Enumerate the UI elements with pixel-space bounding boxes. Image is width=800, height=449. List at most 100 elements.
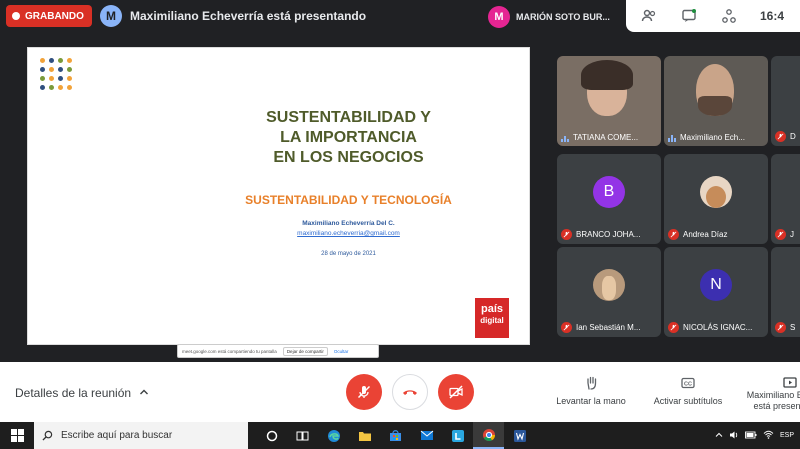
pinned-user-name: MARIÓN SOTO BUR... [516, 12, 610, 22]
slide-title-line: LA IMPORTANCIA [280, 129, 417, 146]
cortana-icon[interactable] [256, 422, 287, 449]
pais-digital-logo: país digital [475, 298, 509, 338]
participant-label: Ian Sebastián M... [561, 322, 640, 333]
slide-dot [40, 85, 45, 90]
slide-subtitle: SUSTENTABILIDAD Y TECNOLOGÍA [245, 193, 452, 207]
participant-tile[interactable]: Andrea Díaz [664, 154, 768, 244]
participant-name: BRANCO JOHA... [576, 230, 641, 239]
participant-name: S [790, 323, 796, 332]
speaking-icon [561, 134, 569, 142]
logo-line: digital [480, 316, 504, 325]
meeting-details-button[interactable]: Detalles de la reunión [15, 386, 149, 400]
speaking-icon [668, 134, 676, 142]
chrome-icon[interactable] [473, 422, 504, 449]
mic-off-icon [668, 229, 679, 240]
raise-hand-icon[interactable] [583, 374, 601, 392]
file-explorer-icon[interactable] [349, 422, 380, 449]
participant-avatar: B [593, 175, 625, 208]
slide-dots-decoration [40, 58, 72, 90]
captions-icon[interactable]: CC [679, 374, 697, 392]
recording-badge[interactable]: GRABANDO [6, 5, 92, 27]
slide-dot [49, 85, 54, 90]
slide-dot [40, 58, 45, 63]
leave-call-button[interactable] [392, 374, 428, 410]
participant-name: D [790, 132, 796, 141]
volume-icon[interactable] [729, 430, 739, 442]
taskbar-search-input[interactable]: Escribe aquí para buscar [34, 422, 248, 449]
participant-video [581, 60, 633, 90]
battery-icon[interactable] [745, 431, 757, 441]
slide-dot [49, 67, 54, 72]
slide-date: 28 de mayo de 2021 [321, 251, 376, 257]
chevron-up-icon[interactable] [715, 431, 723, 441]
slide-title: SUSTENTABILIDAD Y LA IMPORTANCIA EN LOS … [28, 108, 529, 168]
participant-tile[interactable]: D [771, 56, 800, 146]
slide-dot [40, 67, 45, 72]
presenting-line: está presen [753, 401, 800, 411]
logo-line: país [480, 303, 503, 315]
share-bar-text: meet.google.com está compartiendo tu pan… [182, 348, 277, 354]
slide-dot [67, 67, 72, 72]
participant-label: TATIANA COME... [561, 133, 638, 142]
wifi-icon[interactable] [763, 430, 774, 441]
microphone-toggle-button[interactable] [346, 374, 382, 410]
mic-off-icon [561, 322, 572, 333]
slide-email: maximiliano.echeverria@gmail.com [297, 230, 400, 237]
edge-icon[interactable] [318, 422, 349, 449]
slide-dot [58, 85, 63, 90]
windows-taskbar: Escribe aquí para buscar ESP [0, 422, 800, 449]
participant-label: NICOLÁS IGNAC... [668, 322, 752, 333]
participant-photo [593, 268, 625, 301]
language-indicator[interactable]: ESP [780, 432, 794, 439]
participant-name: Ian Sebastián M... [576, 323, 641, 332]
recording-dot-icon [12, 12, 20, 20]
stop-sharing-button[interactable]: Dejar de compartir [282, 346, 328, 356]
windows-start-icon[interactable] [0, 422, 34, 449]
participant-name: Maximiliano Ech... [680, 133, 745, 142]
presenting-label[interactable]: Maximiliano Ec está presen [742, 390, 800, 412]
participant-tile[interactable]: Maximiliano Ech... [664, 56, 768, 146]
store-icon[interactable] [380, 422, 411, 449]
pinned-user[interactable]: M MARIÓN SOTO BUR... [488, 3, 618, 31]
app-l-icon[interactable] [442, 422, 473, 449]
camera-off-icon [449, 385, 463, 399]
participant-tile[interactable]: S [771, 247, 800, 337]
participant-tile[interactable]: B BRANCO JOHA... [557, 154, 661, 244]
slide-dot [40, 76, 45, 81]
task-view-icon[interactable] [287, 422, 318, 449]
captions-label[interactable]: Activar subtítulos [650, 396, 726, 406]
slide-dot [49, 76, 54, 81]
top-right-toolbar: 16:4 [626, 0, 800, 32]
presenting-line: Maximiliano Ec [746, 390, 800, 400]
participant-name: TATIANA COME... [573, 133, 639, 142]
people-icon[interactable] [640, 7, 658, 25]
participant-label: J [775, 229, 794, 240]
participant-tile[interactable]: N NICOLÁS IGNAC... [664, 247, 768, 337]
mic-off-icon [561, 229, 572, 240]
participant-label: Maximiliano Ech... [668, 133, 745, 142]
chat-icon[interactable] [680, 7, 698, 25]
slide-dot [67, 85, 72, 90]
slide-dot [58, 67, 63, 72]
call-controls-bar: Detalles de la reunión Levantar la mano … [0, 362, 800, 422]
participant-tile[interactable]: J [771, 154, 800, 244]
shared-presentation: SUSTENTABILIDAD Y LA IMPORTANCIA EN LOS … [27, 47, 530, 345]
participant-label: BRANCO JOHA... [561, 229, 640, 240]
slide-dot [58, 76, 63, 81]
mail-icon[interactable] [411, 422, 442, 449]
participant-label: Andrea Díaz [668, 229, 727, 240]
participant-tile[interactable]: Ian Sebastián M... [557, 247, 661, 337]
chevron-up-icon [139, 386, 149, 400]
word-icon[interactable] [504, 422, 535, 449]
raise-hand-label[interactable]: Levantar la mano [556, 396, 626, 406]
slide-dot [67, 58, 72, 63]
mic-off-icon [357, 385, 371, 399]
participant-tile[interactable]: TATIANA COME... [557, 56, 661, 146]
participant-name: NICOLÁS IGNAC... [683, 323, 753, 332]
hide-share-bar-link[interactable]: Ocultar [334, 349, 349, 354]
mic-off-icon [775, 229, 786, 240]
taskbar-apps [256, 422, 535, 449]
participant-name: Andrea Díaz [683, 230, 728, 239]
activities-icon[interactable] [720, 7, 738, 25]
camera-toggle-button[interactable] [438, 374, 474, 410]
